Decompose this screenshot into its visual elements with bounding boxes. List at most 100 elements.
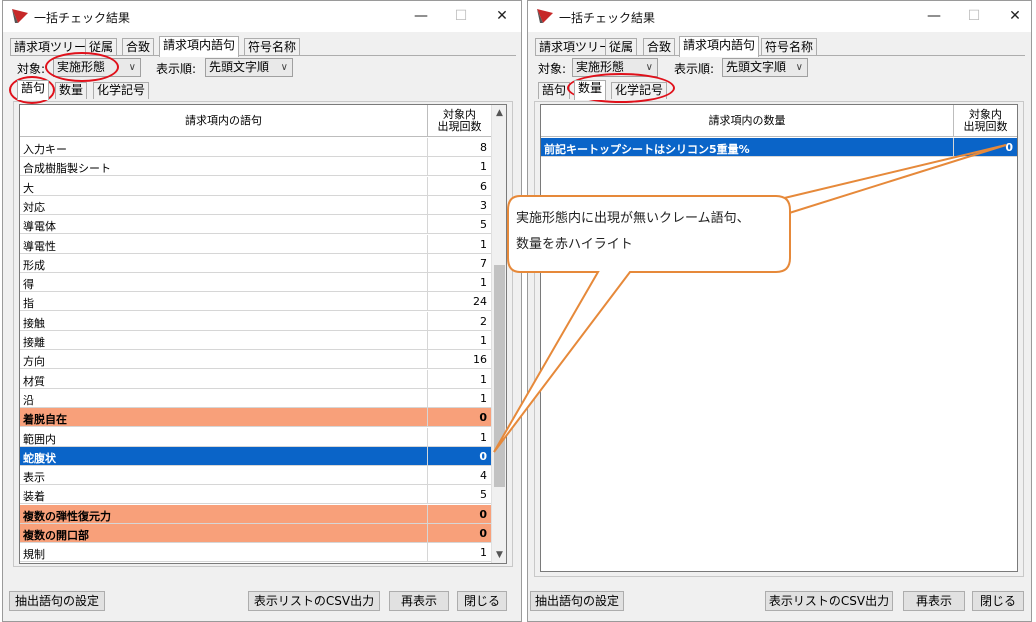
tab-claim-tree[interactable]: 請求項ツリー <box>535 38 616 56</box>
row-count: 0 <box>427 524 491 543</box>
table-row[interactable]: 導電体 5 <box>20 215 491 235</box>
header-count-line2: 出現回数 <box>437 120 482 133</box>
title-bar[interactable]: 一括チェック結果 — ☐ ✕ <box>3 1 521 32</box>
vertical-scrollbar[interactable]: ▲ ▼ <box>491 105 506 563</box>
header-term[interactable]: 請求項内の語句 <box>20 105 427 137</box>
row-term: 得 <box>23 278 34 292</box>
maximize-icon[interactable]: ☐ <box>961 5 987 27</box>
row-count: 1 <box>427 543 491 563</box>
chevron-down-icon: ∨ <box>795 62 803 73</box>
row-count: 5 <box>427 485 491 505</box>
tab-match[interactable]: 合致 <box>643 38 676 56</box>
callout-line-2: 数量を赤ハイライト <box>516 237 633 252</box>
row-count: 5 <box>427 215 491 235</box>
row-term: 複数の弾性復元力 <box>23 509 111 523</box>
row-count: 16 <box>427 350 491 370</box>
target-select[interactable]: 実施形態 ∨ <box>53 58 141 77</box>
close-icon[interactable]: ✕ <box>489 5 515 27</box>
table-row[interactable]: 材質 1 <box>20 369 491 389</box>
table-header: 請求項内の語句 対象内 出現回数 <box>20 105 491 137</box>
redisplay-button[interactable]: 再表示 <box>389 591 449 611</box>
table-row[interactable]: 規制 1 <box>20 543 491 563</box>
table-row[interactable]: 指 24 <box>20 292 491 312</box>
table-row[interactable]: 複数の開口部 0 <box>20 524 491 543</box>
row-term: 導電性 <box>23 239 56 253</box>
row-count: 0 <box>427 446 491 466</box>
table-row[interactable]: 対応 3 <box>20 195 491 215</box>
subtab-quantities[interactable]: 数量 <box>574 80 607 100</box>
row-term: 規制 <box>23 548 45 562</box>
target-select[interactable]: 実施形態 ∨ <box>572 58 658 77</box>
table-row[interactable]: 入力キー 8 <box>20 138 491 157</box>
tab-reference-names[interactable]: 符号名称 <box>761 38 818 56</box>
row-count: 1 <box>427 388 491 408</box>
window-title: 一括チェック結果 <box>559 11 656 25</box>
app-icon <box>12 9 28 23</box>
subtab-chemical-symbols[interactable]: 化学記号 <box>611 82 668 99</box>
row-count: 2 <box>427 311 491 331</box>
header-count-line2: 出現回数 <box>963 120 1008 133</box>
row-term: 蛇腹状 <box>23 451 56 465</box>
table-row[interactable]: 装着 5 <box>20 485 491 505</box>
order-select[interactable]: 先頭文字順 ∨ <box>205 58 293 77</box>
row-term: 大 <box>23 181 34 195</box>
table-row[interactable]: 表示 4 <box>20 466 491 486</box>
table-row[interactable]: 複数の弾性復元力 0 <box>20 504 491 524</box>
row-term: 着脱自在 <box>23 413 67 427</box>
tab-dependency[interactable]: 従属 <box>85 38 118 56</box>
extract-settings-button[interactable]: 抽出語句の設定 <box>530 591 624 611</box>
close-icon[interactable]: ✕ <box>1002 5 1028 27</box>
header-count[interactable]: 対象内 出現回数 <box>427 105 491 137</box>
redisplay-button[interactable]: 再表示 <box>903 591 965 611</box>
table-row[interactable]: 着脱自在 0 <box>20 408 491 428</box>
row-term: 接触 <box>23 316 45 330</box>
row-count: 1 <box>427 234 491 254</box>
tab-claim-tree[interactable]: 請求項ツリー <box>10 38 91 56</box>
window-title: 一括チェック結果 <box>34 11 131 25</box>
subtab-chemical-symbols[interactable]: 化学記号 <box>93 82 150 99</box>
header-count[interactable]: 対象内 出現回数 <box>953 105 1017 137</box>
row-count: 1 <box>427 369 491 389</box>
csv-output-button[interactable]: 表示リストのCSV出力 <box>248 591 380 611</box>
close-button[interactable]: 閉じる <box>972 591 1024 611</box>
table-row[interactable]: 合成樹脂製シート 1 <box>20 157 491 177</box>
order-label: 表示順: <box>156 62 197 76</box>
table-row[interactable]: 範囲内 1 <box>20 427 491 447</box>
row-term: 導電体 <box>23 220 56 234</box>
subtab-terms[interactable]: 語句 <box>538 82 571 99</box>
table-row[interactable]: 前記キートップシートはシリコン5重量% 0 <box>541 138 1017 157</box>
row-count: 7 <box>427 253 491 273</box>
row-count: 0 <box>427 408 491 428</box>
table-row[interactable]: 蛇腹状 0 <box>20 446 491 466</box>
csv-output-button[interactable]: 表示リストのCSV出力 <box>765 591 893 611</box>
table-row[interactable]: 得1 <box>20 273 491 293</box>
extract-settings-button[interactable]: 抽出語句の設定 <box>9 591 105 611</box>
subtab-quantities[interactable]: 数量 <box>55 82 88 99</box>
scroll-down-icon[interactable]: ▼ <box>492 547 506 563</box>
minimize-icon[interactable]: — <box>921 5 947 27</box>
table-header: 請求項内の数量 対象内 出現回数 <box>541 105 1017 137</box>
order-select[interactable]: 先頭文字順 ∨ <box>722 58 808 77</box>
table-row[interactable]: 形成 7 <box>20 253 491 273</box>
tab-match[interactable]: 合致 <box>122 38 155 56</box>
title-bar[interactable]: 一括チェック結果 — ☐ ✕ <box>528 1 1031 32</box>
row-count: 1 <box>427 157 491 177</box>
row-term: 範囲内 <box>23 432 56 446</box>
subtab-terms[interactable]: 語句 <box>17 80 50 100</box>
table-row[interactable]: 方向 16 <box>20 350 491 370</box>
scroll-up-icon[interactable]: ▲ <box>492 105 506 121</box>
table-row[interactable]: 沿1 <box>20 388 491 408</box>
tab-reference-names[interactable]: 符号名称 <box>244 38 301 56</box>
maximize-icon[interactable]: ☐ <box>448 5 474 27</box>
scroll-thumb[interactable] <box>494 265 505 487</box>
close-button[interactable]: 閉じる <box>457 591 507 611</box>
table-row[interactable]: 導電性 1 <box>20 234 491 254</box>
minimize-icon[interactable]: — <box>408 5 434 27</box>
tab-claim-terms[interactable]: 請求項内語句 <box>679 36 760 57</box>
table-row[interactable]: 接触 2 <box>20 311 491 331</box>
table-row[interactable]: 接離 1 <box>20 331 491 350</box>
tab-dependency[interactable]: 従属 <box>605 38 638 56</box>
tab-claim-terms[interactable]: 請求項内語句 <box>159 36 240 57</box>
table-row[interactable]: 大6 <box>20 176 491 196</box>
header-term[interactable]: 請求項内の数量 <box>541 105 953 137</box>
